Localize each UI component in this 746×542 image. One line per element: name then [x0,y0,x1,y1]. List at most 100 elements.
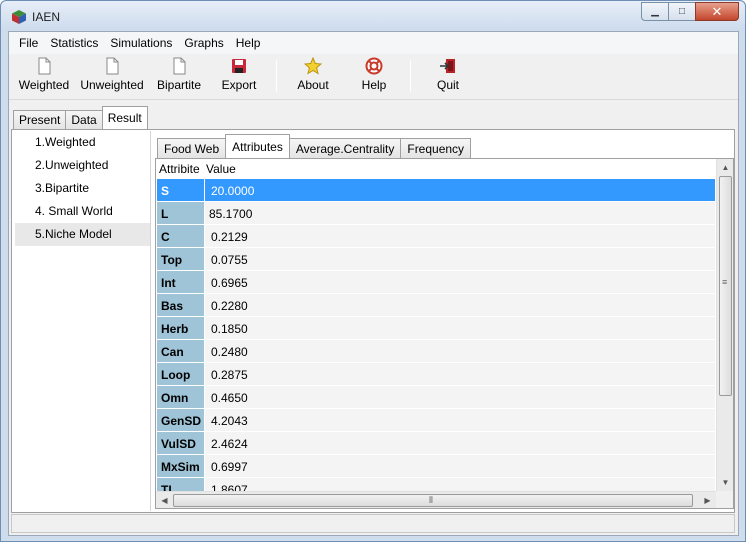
model-item-unweighted[interactable]: 2.Unweighted [15,154,150,177]
table-row[interactable]: MxSim 0.6997 [157,455,715,478]
value-cell: 0.0755 [205,248,715,270]
save-icon [232,59,246,73]
table-row[interactable]: Loop 0.2875 [157,363,715,386]
table-row[interactable]: Herb 0.1850 [157,317,715,340]
table-row[interactable]: L 85.1700 [157,202,715,225]
table-row[interactable]: Bas 0.2280 [157,294,715,317]
toolbar: Weighted Unweighted Bipartite Export Abo… [9,54,738,100]
value-cell: 4.2043 [205,409,715,431]
table-header: Attribite Value [156,159,716,178]
attribute-cell: C [157,225,204,247]
attribute-cell: GenSD [157,409,204,431]
table-row[interactable]: Top 0.0755 [157,248,715,271]
value-cell: 20.0000 [205,179,715,201]
horizontal-scrollbar[interactable]: ◀ ⦀ ▶ [156,491,716,508]
grip-icon: ≡ [722,277,728,287]
attributes-table: Attribite Value S 20.0000 L 85.1700 C 0.… [155,158,734,509]
model-item-small-world[interactable]: 4. Small World [15,200,150,223]
bipartite-button[interactable]: Bipartite [153,57,205,97]
minimize-button[interactable]: ▁ [641,2,668,21]
value-cell: 0.2129 [205,225,715,247]
value-cell: 0.2875 [205,363,715,385]
scroll-left-arrow-icon[interactable]: ◀ [156,492,173,508]
tab-present[interactable]: Present [13,110,67,129]
value-cell: 0.1850 [205,317,715,339]
menu-simulations[interactable]: Simulations [104,36,178,50]
scroll-down-arrow-icon[interactable]: ▼ [717,474,733,491]
weighted-button[interactable]: Weighted [15,57,73,97]
document-icon [38,57,51,75]
app-cube-icon [12,10,26,24]
column-header-value[interactable]: Value [204,162,236,176]
tab-result[interactable]: Result [101,106,148,129]
horizontal-scroll-thumb[interactable]: ⦀ [173,494,693,507]
help-label: Help [361,78,387,92]
value-cell: 0.6997 [205,455,715,477]
toolbar-separator [276,60,277,92]
inner-tab-strip: Food Web Attributes Average.Centrality F… [157,134,472,158]
about-button[interactable]: About [291,57,335,97]
menu-graphs[interactable]: Graphs [178,36,229,50]
tab-attributes[interactable]: Attributes [225,134,290,158]
quit-label: Quit [436,78,459,92]
tab-frequency[interactable]: Frequency [400,138,472,158]
value-cell: 0.4650 [205,386,715,408]
attribute-cell: Int [157,271,204,293]
table-row[interactable]: VulSD 2.4624 [157,432,715,455]
model-item-niche-model[interactable]: 5.Niche Model [15,223,150,246]
attribute-cell: Loop [157,363,204,385]
menu-file[interactable]: File [9,36,44,50]
window-title: IAEN [32,10,61,24]
attribute-cell: Omn [157,386,204,408]
help-button[interactable]: Help [353,57,395,97]
scroll-up-arrow-icon[interactable]: ▲ [717,159,733,176]
menu-help[interactable]: Help [230,36,267,50]
attribute-cell: Can [157,340,204,362]
scroll-right-arrow-icon[interactable]: ▶ [699,492,716,508]
table-body: S 20.0000 L 85.1700 C 0.2129 Top 0.0755 [157,179,715,501]
toolbar-separator [410,60,411,92]
table-row[interactable]: C 0.2129 [157,225,715,248]
document-icon [106,57,119,75]
attribute-cell: L [157,202,204,224]
attribute-cell: VulSD [157,432,204,454]
export-button[interactable]: Export [216,57,262,97]
vertical-scrollbar[interactable]: ▲ ≡ ▼ [716,159,733,491]
tab-data[interactable]: Data [65,110,103,129]
value-cell: 0.2480 [205,340,715,362]
value-cell: 2.4624 [205,432,715,454]
outer-tab-strip: Present Data Result [13,106,148,129]
model-item-weighted[interactable]: 1.Weighted [15,131,150,154]
menu-statistics[interactable]: Statistics [44,36,104,50]
unweighted-label: Unweighted [80,78,144,92]
table-row[interactable]: Omn 0.4650 [157,386,715,409]
tab-average-centrality[interactable]: Average.Centrality [288,138,402,158]
table-row[interactable]: Int 0.6965 [157,271,715,294]
model-list: 1.Weighted 2.Unweighted 3.Bipartite 4. S… [15,131,151,511]
unweighted-button[interactable]: Unweighted [77,57,147,97]
column-header-attribute[interactable]: Attribite [156,162,204,176]
window-controls: ▁ □ ✕ [641,2,739,22]
table-row[interactable]: Can 0.2480 [157,340,715,363]
about-label: About [297,78,329,92]
attribute-cell: Herb [157,317,204,339]
table-row[interactable]: GenSD 4.2043 [157,409,715,432]
star-icon [304,57,322,75]
result-panel: 1.Weighted 2.Unweighted 3.Bipartite 4. S… [11,129,735,513]
vertical-scroll-thumb[interactable]: ≡ [719,176,732,396]
table-row[interactable]: S 20.0000 [157,179,715,202]
attribute-cell: Bas [157,294,204,316]
attribute-cell: MxSim [157,455,204,477]
client-area: File Statistics Simulations Graphs Help … [8,31,739,536]
weighted-label: Weighted [18,78,70,92]
menu-bar: File Statistics Simulations Graphs Help [9,32,738,54]
tab-food-web[interactable]: Food Web [157,138,227,158]
close-button[interactable]: ✕ [695,2,739,21]
status-bar [11,514,735,533]
maximize-button[interactable]: □ [668,2,695,21]
quit-button[interactable]: Quit [429,57,467,97]
lifebuoy-icon [365,57,383,75]
model-item-bipartite[interactable]: 3.Bipartite [15,177,150,200]
exit-door-icon [440,59,455,73]
title-bar: IAEN ▁ □ ✕ [1,1,745,31]
